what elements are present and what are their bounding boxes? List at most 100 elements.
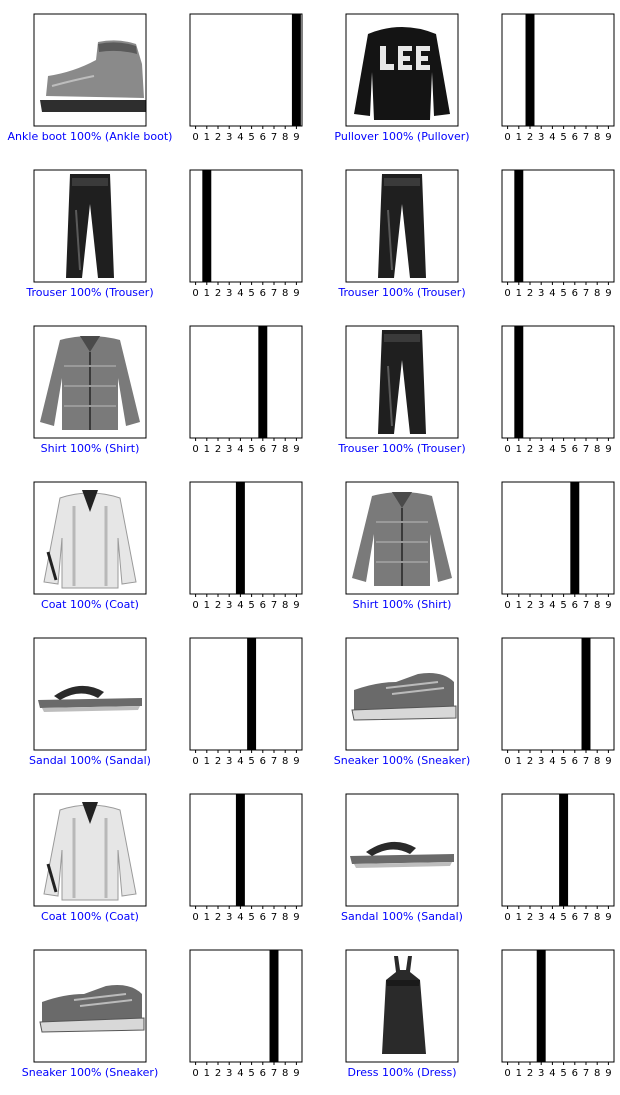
bar: [269, 950, 279, 1062]
x-tick-label: 3: [226, 444, 232, 455]
x-tick-label: 9: [293, 288, 299, 299]
x-tick-label: 2: [527, 132, 533, 143]
prediction-label: Sneaker 100% (Sneaker): [22, 1066, 159, 1079]
x-tick-label: 9: [293, 912, 299, 923]
x-tick-label: 1: [516, 132, 522, 143]
x-tick-label: 6: [572, 288, 578, 299]
bar: [536, 950, 546, 1062]
x-tick-label: 7: [271, 288, 277, 299]
x-tick-label: 8: [282, 1068, 288, 1079]
x-tick-label: 7: [271, 132, 277, 143]
x-tick-label: 2: [527, 1068, 533, 1079]
x-tick-label: 8: [594, 288, 600, 299]
x-tick-label: 0: [192, 912, 198, 923]
bar: [235, 482, 245, 594]
bar: [514, 326, 524, 438]
x-tick-label: 1: [204, 1068, 210, 1079]
x-tick-label: 1: [204, 600, 210, 611]
x-tick-label: 5: [560, 600, 566, 611]
x-tick-label: 5: [248, 912, 254, 923]
bar: [291, 14, 301, 126]
image-panel: Trouser 100% (Trouser): [337, 325, 466, 455]
axes-frame: [501, 793, 615, 907]
x-tick-label: 0: [504, 288, 510, 299]
x-tick-label: 5: [248, 756, 254, 767]
x-tick-label: 4: [237, 1068, 243, 1079]
image-panel: Sneaker 100% (Sneaker): [334, 637, 470, 767]
x-tick-label: 1: [204, 756, 210, 767]
axes-frame: [501, 949, 615, 1063]
x-tick-label: 6: [260, 600, 266, 611]
probability-bar-chart: 0123456789: [501, 481, 615, 611]
x-tick-label: 5: [248, 288, 254, 299]
x-tick-label: 8: [594, 132, 600, 143]
x-tick-label: 3: [538, 1068, 544, 1079]
axes-frame: [189, 637, 303, 751]
x-tick-label: 1: [204, 288, 210, 299]
x-tick-label: 8: [594, 600, 600, 611]
probability-bar-chart: 0123456789: [501, 793, 615, 923]
x-tick-label: 4: [549, 288, 555, 299]
probability-bar-chart: 0123456789: [501, 169, 615, 299]
x-tick-label: 8: [594, 444, 600, 455]
image-panel: Dress 100% (Dress): [345, 949, 459, 1079]
x-tick-label: 7: [271, 756, 277, 767]
x-tick-label: 6: [572, 132, 578, 143]
x-tick-label: 5: [560, 912, 566, 923]
x-tick-label: 6: [572, 912, 578, 923]
x-tick-label: 0: [504, 132, 510, 143]
x-tick-label: 1: [516, 288, 522, 299]
image-panel: Shirt 100% (Shirt): [345, 481, 459, 611]
x-tick-label: 0: [504, 912, 510, 923]
x-tick-label: 2: [527, 600, 533, 611]
prediction-label: Shirt 100% (Shirt): [353, 598, 452, 611]
x-tick-label: 9: [605, 1068, 611, 1079]
prediction-label: Shirt 100% (Shirt): [41, 442, 140, 455]
x-tick-label: 3: [538, 444, 544, 455]
prediction-label: Coat 100% (Coat): [41, 598, 139, 611]
x-tick-label: 5: [560, 1068, 566, 1079]
axes-frame: [189, 793, 303, 907]
x-tick-label: 1: [516, 600, 522, 611]
x-tick-label: 2: [527, 912, 533, 923]
x-tick-label: 8: [282, 132, 288, 143]
x-tick-label: 9: [605, 132, 611, 143]
x-tick-label: 9: [605, 288, 611, 299]
x-tick-label: 3: [538, 132, 544, 143]
x-tick-label: 0: [192, 132, 198, 143]
image-panel: Coat 100% (Coat): [33, 481, 147, 611]
x-tick-label: 1: [516, 912, 522, 923]
x-tick-label: 9: [293, 132, 299, 143]
image-panel: Ankle boot 100% (Ankle boot): [8, 13, 172, 143]
axes-frame: [189, 13, 303, 127]
x-tick-label: 4: [237, 132, 243, 143]
bar: [525, 14, 535, 126]
prediction-label: Trouser 100% (Trouser): [25, 286, 153, 299]
x-tick-label: 9: [293, 600, 299, 611]
x-tick-label: 5: [560, 132, 566, 143]
x-tick-label: 3: [226, 600, 232, 611]
axes-frame: [189, 325, 303, 439]
x-tick-label: 1: [204, 444, 210, 455]
x-tick-label: 7: [583, 444, 589, 455]
x-tick-label: 2: [215, 444, 221, 455]
x-tick-label: 6: [260, 288, 266, 299]
prediction-label: Pullover 100% (Pullover): [334, 130, 469, 143]
x-tick-label: 1: [204, 132, 210, 143]
bar: [570, 482, 580, 594]
x-tick-label: 7: [271, 912, 277, 923]
probability-bar-chart: 0123456789: [189, 169, 303, 299]
probability-bar-chart: 0123456789: [189, 481, 303, 611]
x-tick-label: 3: [538, 288, 544, 299]
x-tick-label: 3: [226, 288, 232, 299]
x-tick-label: 4: [549, 600, 555, 611]
probability-bar-chart: 0123456789: [501, 949, 615, 1079]
x-tick-label: 6: [260, 1068, 266, 1079]
prediction-figure: Ankle boot 100% (Ankle boot) 0 1 2 3 4 5 6 7 8 9 Pu…: [8, 13, 615, 1079]
x-tick-label: 3: [538, 600, 544, 611]
x-tick-label: 8: [282, 288, 288, 299]
image-panel: Trouser 100% (Trouser): [25, 169, 154, 299]
x-tick-label: 8: [282, 444, 288, 455]
x-tick-label: 7: [583, 1068, 589, 1079]
x-tick-label: 3: [226, 132, 232, 143]
